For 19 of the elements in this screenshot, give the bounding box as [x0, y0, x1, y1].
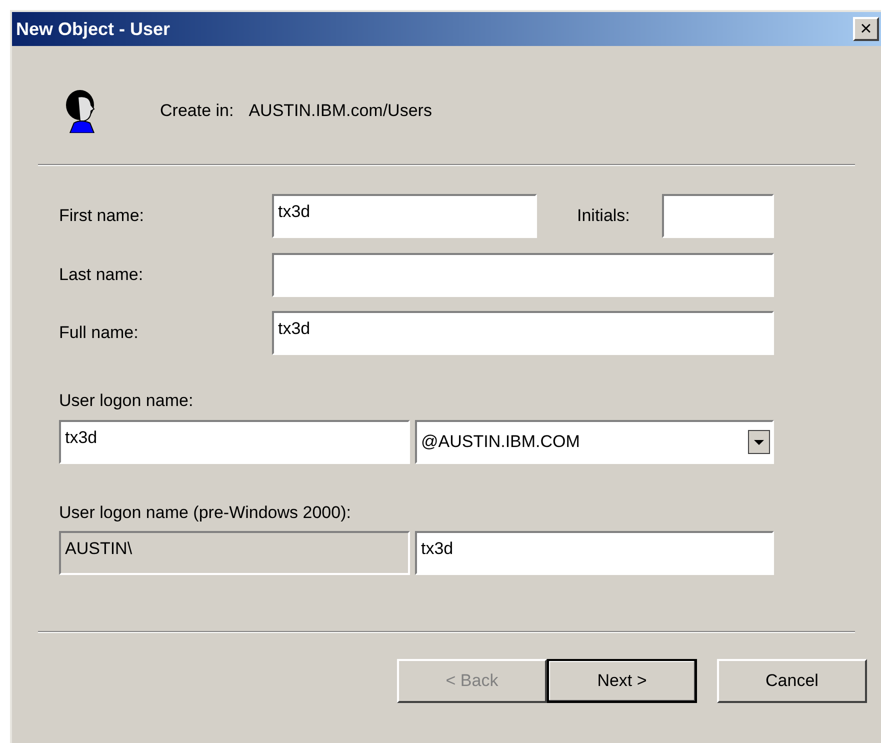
close-button[interactable]: ×: [853, 17, 879, 41]
pre-windows-logon-label: User logon name (pre-Windows 2000):: [59, 502, 352, 524]
next-button[interactable]: Next >: [547, 659, 697, 703]
initials-field[interactable]: [662, 194, 774, 238]
full-name-field[interactable]: tx3d: [272, 310, 774, 354]
logon-name-field[interactable]: tx3d: [59, 420, 410, 464]
logon-name-label: User logon name:: [59, 390, 194, 412]
last-name-label: Last name:: [59, 264, 144, 286]
window-title: New Object - User: [16, 18, 170, 41]
pre-windows-name-field[interactable]: tx3d: [415, 531, 774, 575]
create-in-label: Create in:: [160, 100, 234, 122]
first-name-label: First name:: [59, 205, 146, 228]
domain-dropdown[interactable]: @AUSTIN.IBM.COM: [415, 420, 774, 464]
cancel-button[interactable]: Cancel: [717, 659, 867, 703]
create-in-path: AUSTIN.IBM.com/Users: [248, 100, 432, 122]
first-name-field[interactable]: tx3d: [272, 194, 537, 238]
last-name-field[interactable]: [272, 252, 774, 296]
full-name-label: Full name:: [59, 322, 140, 344]
initials-label: Initials:: [577, 205, 631, 228]
